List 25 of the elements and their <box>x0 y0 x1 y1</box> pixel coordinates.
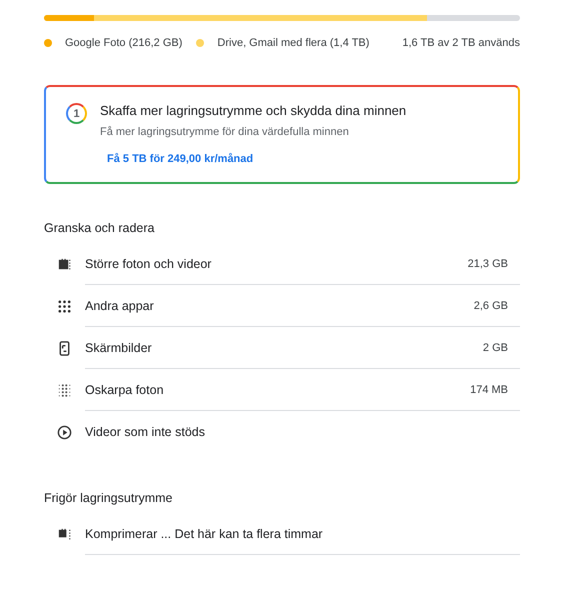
item-size: 2,6 GB <box>474 300 508 312</box>
image-icon <box>57 256 72 272</box>
item-label[interactable]: Andra appar <box>85 298 154 312</box>
item-label[interactable]: Videor som inte stöds <box>85 425 205 439</box>
promo-subtitle: Få mer lagringsutrymme för dina värdefulla minnen <box>100 126 350 138</box>
section-heading: Granska och radera <box>44 221 156 235</box>
item-size: 174 MB <box>470 384 508 396</box>
image-icon <box>57 526 72 542</box>
badge-icon: 1 <box>66 103 87 124</box>
item-label[interactable]: Oskarpa foton <box>85 382 164 396</box>
legend-label: Drive, Gmail med flera (1,4 TB) <box>217 37 370 49</box>
promo-title: Skaffa mer lagringsutrymme och skydda dina minnen <box>100 102 406 120</box>
grid-icon <box>57 298 72 314</box>
item-label[interactable]: Större foton och videor <box>85 256 212 270</box>
legend-label: Google Foto (216,2 GB) <box>65 37 182 49</box>
dots-icon <box>57 382 72 398</box>
item-size: 2 GB <box>482 342 508 354</box>
item-label[interactable]: Komprimerar ... Det här kan ta flera timmar <box>85 526 323 540</box>
item-label[interactable]: Skärmbilder <box>85 340 152 354</box>
upgrade-link[interactable]: Få 5 TB för 249,00 kr/månad <box>107 153 406 165</box>
section-heading: Frigör lagringsutrymme <box>44 491 174 505</box>
phone-icon <box>57 340 72 356</box>
item-size: 21,3 GB <box>468 258 508 270</box>
storage-summary: 1,6 TB av 2 TB används <box>402 37 520 49</box>
play-icon <box>57 424 72 440</box>
